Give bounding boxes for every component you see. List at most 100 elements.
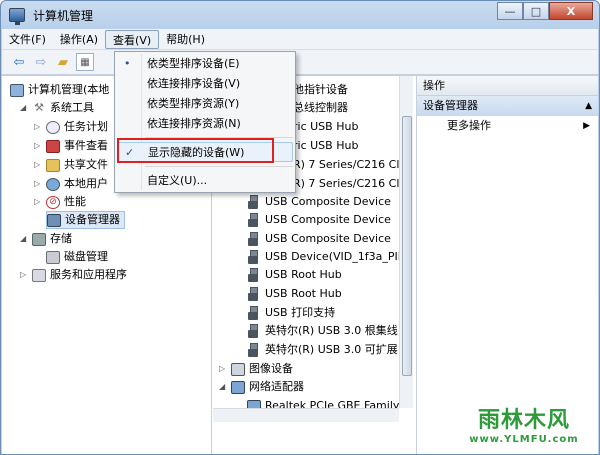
tree-item-system-tools[interactable]: ◢ ⚒ 系统工具	[20, 99, 94, 117]
close-button[interactable]: X	[549, 2, 593, 20]
menu-action[interactable]: 操作(A)	[53, 30, 105, 49]
back-arrow-icon[interactable]: ⇦	[10, 53, 28, 71]
device-manager-icon	[47, 213, 61, 227]
title-bar: 计算机管理 — □ X	[1, 1, 599, 29]
device-row[interactable]: USB 打印支持	[247, 304, 335, 322]
device-category-imaging[interactable]: ▷ 图像设备	[219, 360, 293, 378]
actions-group-device-manager[interactable]: 设备管理器 ▲	[417, 96, 598, 116]
event-viewer-icon	[46, 139, 60, 153]
device-label: USB Composite Device	[265, 195, 391, 208]
submenu-arrow-icon: ▶	[583, 121, 590, 131]
device-row[interactable]: USB Composite Device	[247, 193, 391, 211]
device-row[interactable]: USB Device(VID_1f3a_PII	[247, 248, 399, 266]
tree-item-event-viewer[interactable]: ▷ 事件查看	[34, 137, 108, 155]
more-actions-label: 更多操作	[447, 119, 491, 132]
menu-item-label: 依连接排序设备(V)	[147, 77, 241, 90]
collapse-triangle-icon[interactable]: ◢	[20, 230, 29, 248]
menu-item-sort-resources-by-connection[interactable]: 依连接排序资源(N)	[117, 114, 293, 134]
tree-item-label: 性能	[64, 195, 86, 208]
device-label: 英特尔(R) USB 3.0 根集线	[265, 324, 398, 337]
tree-item-local-users[interactable]: ▷ 本地用户	[34, 175, 108, 193]
network-adapter-icon	[231, 380, 245, 394]
device-list-vertical-scrollbar[interactable]	[399, 76, 413, 408]
tools-icon: ⚒	[34, 101, 44, 114]
expand-triangle-icon[interactable]: ▷	[34, 137, 43, 155]
menu-item-customize[interactable]: 自定义(U)...	[117, 171, 293, 191]
window-controls: — □ X	[497, 2, 593, 20]
tree-item-storage[interactable]: ◢ 存储	[20, 230, 72, 248]
performance-icon: ⊘	[46, 195, 60, 209]
menu-item-sort-resources-by-type[interactable]: 依类型排序资源(Y)	[117, 94, 293, 114]
maximize-button[interactable]: □	[523, 2, 549, 20]
tree-item-label: 磁盘管理	[64, 250, 108, 263]
device-label: R) 7 Series/C216 Cl	[293, 158, 399, 171]
shared-folder-icon	[46, 158, 60, 172]
device-label: ric USB Hub	[293, 120, 359, 133]
usb-icon	[247, 268, 259, 282]
tree-item-label: 本地用户	[64, 177, 108, 190]
show-hide-tree-icon[interactable]: ▦	[76, 53, 94, 71]
device-row[interactable]: USB Composite Device	[247, 230, 391, 248]
tree-item-device-manager[interactable]: 设备管理器	[46, 211, 125, 229]
tree-item-disk-management[interactable]: 磁盘管理	[46, 248, 108, 266]
device-row-partial[interactable]: R) 7 Series/C216 Cl	[293, 175, 399, 193]
device-row-partial[interactable]: ric USB Hub	[293, 137, 358, 155]
menu-help[interactable]: 帮助(H)	[159, 30, 212, 49]
device-list-horizontal-scrollbar[interactable]	[213, 408, 399, 422]
device-row[interactable]: USB Root Hub	[247, 266, 342, 284]
device-category-label: 网络适配器	[249, 380, 304, 393]
forward-arrow-icon[interactable]: ⇨	[32, 53, 50, 71]
expand-triangle-icon[interactable]: ▷	[219, 360, 228, 378]
device-category-network[interactable]: ◢ 网络适配器	[219, 378, 304, 396]
more-actions-item[interactable]: 更多操作 ▶	[417, 116, 598, 136]
usb-icon	[247, 232, 259, 246]
collapse-triangle-icon[interactable]: ◢	[20, 99, 29, 117]
users-icon	[46, 177, 60, 191]
tree-item-performance[interactable]: ▷ ⊘ 性能	[34, 193, 86, 211]
highlight-annotation-box	[117, 138, 274, 163]
tree-item-label: 系统工具	[50, 101, 94, 114]
expand-triangle-icon[interactable]: ▷	[20, 266, 29, 284]
usb-icon	[247, 287, 259, 301]
device-row-partial[interactable]: 他指针设备	[293, 81, 348, 99]
actions-header: 操作	[417, 76, 598, 96]
collapse-triangle-icon[interactable]: ◢	[219, 378, 228, 396]
tree-item-shared-folders[interactable]: ▷ 共享文件	[34, 156, 108, 174]
device-row-partial[interactable]: 总线控制器	[293, 99, 348, 117]
expand-triangle-icon[interactable]: ▷	[34, 156, 43, 174]
watermark-url: www.YLMFU.com	[469, 433, 579, 445]
device-label: R) 7 Series/C216 Cl	[293, 177, 399, 190]
device-label: USB Composite Device	[265, 232, 391, 245]
expand-triangle-icon[interactable]: ▷	[34, 118, 43, 136]
disk-icon	[46, 250, 60, 264]
device-row[interactable]: USB Composite Device	[247, 211, 391, 229]
minimize-button[interactable]: —	[497, 2, 523, 20]
usb-warning-icon	[247, 250, 259, 264]
device-row[interactable]: 英特尔(R) USB 3.0 可扩展	[247, 341, 398, 359]
menu-view[interactable]: 查看(V)	[105, 29, 160, 49]
tree-item-label: 任务计划	[64, 120, 108, 133]
services-icon	[32, 268, 46, 282]
device-label: ric USB Hub	[293, 139, 359, 152]
collapse-up-triangle-icon[interactable]: ▲	[585, 96, 592, 116]
up-folder-icon[interactable]: ▰	[54, 53, 72, 71]
computer-management-window: 计算机管理 — □ X 文件(F) 操作(A) 查看(V) 帮助(H) ⇦ ⇨ …	[0, 0, 600, 455]
device-label: 英特尔(R) USB 3.0 可扩展	[265, 343, 398, 356]
tree-item-root[interactable]: 计算机管理(本地	[10, 81, 109, 99]
device-row[interactable]: USB Root Hub	[247, 285, 342, 303]
usb-icon	[247, 324, 259, 338]
device-row[interactable]: 英特尔(R) USB 3.0 根集线	[247, 322, 398, 340]
tree-item-services-apps[interactable]: ▷ 服务和应用程序	[20, 266, 127, 284]
menu-bar: 文件(F) 操作(A) 查看(V) 帮助(H)	[2, 29, 598, 50]
device-label: USB Composite Device	[265, 213, 391, 226]
scrollbar-thumb[interactable]	[402, 116, 412, 376]
expand-triangle-icon[interactable]: ▷	[34, 175, 43, 193]
menu-item-sort-devices-by-type[interactable]: • 依类型排序设备(E)	[117, 54, 293, 74]
tree-item-task-scheduler[interactable]: ▷ 任务计划	[34, 118, 108, 136]
menu-file[interactable]: 文件(F)	[2, 30, 53, 49]
device-row-partial[interactable]: R) 7 Series/C216 Cl	[293, 156, 399, 174]
device-row-partial[interactable]: ric USB Hub	[293, 118, 358, 136]
tree-item-label: 设备管理器	[65, 213, 120, 226]
menu-item-sort-devices-by-connection[interactable]: 依连接排序设备(V)	[117, 74, 293, 94]
expand-triangle-icon[interactable]: ▷	[34, 193, 43, 211]
